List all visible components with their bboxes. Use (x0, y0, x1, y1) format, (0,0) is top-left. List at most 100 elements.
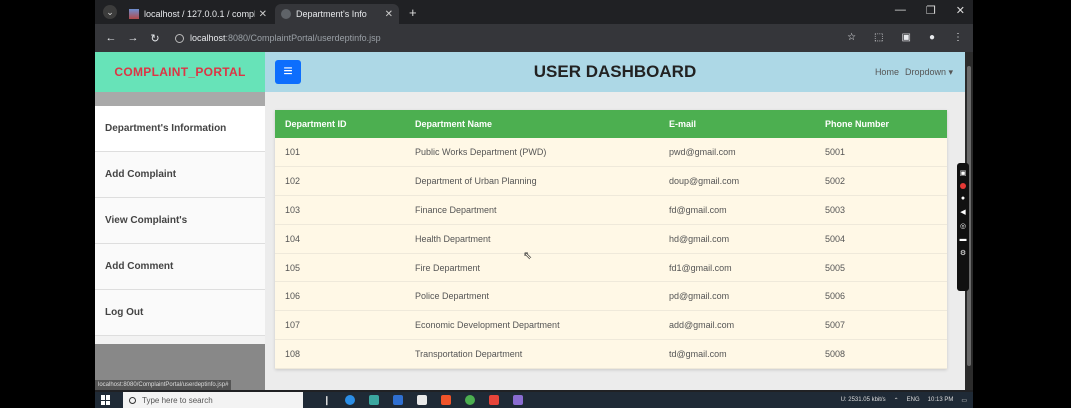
close-icon[interactable]: ✕ (259, 9, 267, 20)
profile-icon[interactable]: ● (929, 32, 935, 43)
tray-chevron-icon[interactable]: ⌃ (894, 397, 899, 404)
close-window-icon[interactable]: ✕ (956, 4, 965, 17)
table-header-row: Department ID Department Name E-mail Pho… (275, 110, 947, 138)
clock[interactable]: 10:13 PM (928, 397, 954, 404)
dept-id-cell: 102 (275, 166, 405, 197)
edge-icon[interactable] (344, 395, 355, 405)
browser-tab-department-info[interactable]: Department's Info ✕ (275, 4, 399, 24)
notifications-icon[interactable]: ▭ (961, 397, 967, 404)
browser-tab-strip: ⌄ localhost / 127.0.0.1 / complair ✕ Dep… (95, 0, 973, 24)
dept-id-cell: 107 (275, 310, 405, 341)
camera-icon[interactable]: ▣ (960, 169, 967, 177)
phone-cell: 5005 (815, 253, 947, 283)
split-view-icon[interactable]: ▣ (902, 32, 911, 43)
chrome-icon[interactable] (464, 395, 475, 405)
tab-title: Department's Info (296, 9, 367, 19)
dept-name-cell: Finance Department (405, 195, 659, 225)
site-info-icon[interactable] (175, 33, 184, 43)
table-row: 102 Department of Urban Planning doup@gmai… (275, 166, 947, 197)
taskbar-apps: ❙ (323, 395, 523, 406)
dept-name-cell: Transportation Department (405, 339, 659, 369)
department-table: Department ID Department Name E-mail Pho… (275, 110, 947, 369)
reload-icon[interactable]: ↻ (149, 32, 161, 45)
sidebar-item-add-complaint[interactable]: Add Complaint (95, 152, 265, 198)
address-bar[interactable]: localhost:8080/ComplaintPortal/userdepti… (175, 29, 815, 47)
minimize-icon[interactable]: — (895, 4, 906, 17)
sidebar-item-logout[interactable]: Log Out (95, 290, 265, 336)
record-icon[interactable] (960, 183, 966, 189)
language-indicator[interactable]: ENG (907, 397, 920, 403)
dept-id-cell: 108 (275, 339, 405, 369)
screen-icon[interactable]: ▬ (960, 236, 967, 243)
dept-id-cell: 105 (275, 253, 405, 283)
webcam-icon[interactable]: ◎ (960, 222, 966, 230)
system-tray: U: 2531.05 kbit/s ⌃ ENG 10:13 PM ▭ (841, 392, 967, 408)
table-row: 103 Finance Department fd@gmail.com 5003 (275, 195, 947, 225)
taskbar-search-input[interactable]: Type here to search (123, 392, 303, 408)
settings-gear-icon[interactable]: ⚙ (960, 249, 966, 257)
link-status-bar: localhost:8080/ComplaintPortal/userdepti… (95, 380, 232, 390)
app-icon[interactable] (368, 395, 379, 405)
back-icon[interactable]: ← (105, 32, 117, 44)
email-cell: hd@gmail.com (659, 224, 815, 254)
database-icon (129, 9, 139, 19)
table-row: 106 Police Department pd@gmail.com 5006 (275, 281, 947, 312)
phone-cell: 5004 (815, 224, 947, 254)
email-cell: fd@gmail.com (659, 195, 815, 225)
email-cell: pd@gmail.com (659, 281, 815, 312)
page-viewport: COMPLAINT_PORTAL Department's Informatio… (95, 52, 965, 390)
phone-cell: 5001 (815, 138, 947, 168)
speaker-icon[interactable]: ◀ (960, 208, 965, 216)
brave-icon[interactable] (440, 395, 451, 405)
hamburger-menu-icon[interactable]: ≡ (275, 60, 301, 84)
dept-id-cell: 106 (275, 281, 405, 312)
menu-kebab-icon[interactable]: ⋮ (953, 32, 963, 43)
extensions-icon[interactable]: ⬚ (874, 32, 883, 43)
email-cell: doup@gmail.com (659, 166, 815, 197)
tab-search-icon[interactable]: ⌄ (103, 5, 117, 19)
phone-cell: 5006 (815, 281, 947, 312)
table-body: 101 Public Works Department (PWD) pwd@gmai… (275, 138, 947, 369)
network-speed: U: 2531.05 kbit/s (840, 397, 886, 403)
task-view-icon[interactable]: ❙ (323, 395, 331, 406)
forward-icon[interactable]: → (127, 32, 139, 44)
email-cell: td@gmail.com (659, 339, 815, 369)
tab-title: localhost / 127.0.0.1 / complair (144, 9, 255, 19)
app-icon[interactable] (488, 395, 499, 405)
column-header: Department Name (405, 110, 659, 138)
restore-icon[interactable]: ❐ (926, 4, 936, 17)
brand-logo[interactable]: COMPLAINT_PORTAL (95, 52, 265, 92)
mail-icon[interactable] (392, 395, 403, 405)
bookmark-star-icon[interactable]: ☆ (847, 32, 856, 43)
new-tab-button[interactable]: + (409, 5, 417, 20)
table-row: 105 Fire Department fd1@gmail.com 5005 (275, 253, 947, 283)
search-placeholder: Type here to search (142, 395, 213, 405)
dept-id-cell: 104 (275, 224, 405, 254)
nav-dropdown[interactable]: Dropdown ▾ (905, 67, 953, 78)
store-icon[interactable] (416, 395, 427, 405)
table-row: 108 Transportation Department td@gmail.com… (275, 339, 947, 369)
sidebar-item-view-complaints[interactable]: View Complaint's (95, 198, 265, 244)
table-row: 104 Health Department hd@gmail.com 5004 (275, 224, 947, 254)
app-icon[interactable] (512, 395, 523, 405)
search-icon (129, 396, 136, 404)
mouse-cursor-icon: ⇖ (523, 250, 533, 262)
phone-cell: 5008 (815, 339, 947, 369)
windows-taskbar: Type here to search ❙ U: 2531.05 kbit/s … (95, 392, 973, 408)
nav-home-link[interactable]: Home (875, 67, 899, 78)
sidebar-item-add-comment[interactable]: Add Comment (95, 244, 265, 290)
phone-cell: 5007 (815, 310, 947, 341)
sidebar: COMPLAINT_PORTAL Department's Informatio… (95, 52, 265, 390)
dept-name-cell: Economic Development Department (405, 310, 659, 341)
browser-tab-phpmyadmin[interactable]: localhost / 127.0.0.1 / complair ✕ (123, 4, 273, 24)
dept-id-cell: 101 (275, 138, 405, 168)
microphone-icon[interactable]: ● (961, 195, 965, 202)
windows-start-icon[interactable] (101, 395, 111, 405)
close-icon[interactable]: ✕ (385, 9, 393, 20)
column-header: Department ID (275, 110, 405, 138)
page-title: USER DASHBOARD (533, 62, 697, 81)
globe-icon (281, 9, 291, 19)
dept-id-cell: 103 (275, 195, 405, 225)
sidebar-item-department-info[interactable]: Department's Information (95, 106, 265, 152)
window-controls: — ❐ ✕ (895, 4, 965, 17)
